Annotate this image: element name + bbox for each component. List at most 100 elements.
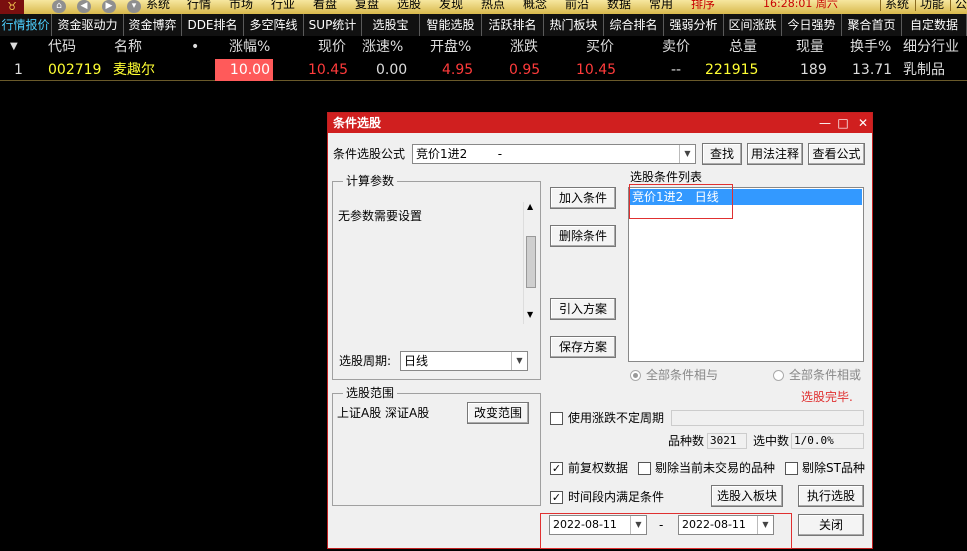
chevron-down-icon[interactable]: ▼: [511, 352, 527, 370]
col-volume[interactable]: 总量: [729, 36, 757, 58]
usage-button[interactable]: 用法注释: [747, 143, 803, 165]
period-checkbox[interactable]: [550, 412, 563, 425]
menu-discover[interactable]: 发现: [439, 0, 463, 11]
tab-pick-treasure[interactable]: 选股宝: [362, 14, 420, 36]
tab-overall-rank[interactable]: 综合排名: [604, 14, 664, 36]
col-flag[interactable]: •: [191, 36, 199, 58]
import-plan-button[interactable]: 引入方案: [550, 298, 616, 320]
stock-code: 002719: [48, 62, 102, 78]
save-plan-button[interactable]: 保存方案: [550, 336, 616, 358]
dialog-titlebar[interactable]: 条件选股 — □ ✕: [328, 113, 872, 133]
interval-checkbox-label: 时间段内满足条件: [568, 490, 665, 504]
tab-quotes[interactable]: 行情报价: [0, 14, 52, 36]
params-text: 无参数需要设置: [338, 209, 423, 223]
delete-condition-button[interactable]: 删除条件: [550, 225, 616, 247]
menu-data[interactable]: 数据: [607, 0, 631, 11]
formula-select[interactable]: 竞价1进2 - ▼: [412, 144, 696, 164]
turnover-cell: 13.71: [852, 62, 893, 78]
home-icon[interactable]: ⌂: [52, 0, 66, 13]
col-turnover[interactable]: 换手%: [850, 36, 891, 58]
menu-watch[interactable]: 看盘: [313, 0, 337, 11]
back-icon[interactable]: ◀: [77, 0, 91, 13]
execute-button[interactable]: 执行选股: [798, 485, 864, 507]
menu-system[interactable]: 系统: [146, 0, 170, 11]
right-function-button[interactable]: 功能: [915, 0, 948, 11]
tab-active-rank[interactable]: 活跃排名: [482, 14, 544, 36]
selected-field: 1/0.0%: [791, 433, 864, 449]
col-price[interactable]: 现价: [318, 36, 346, 58]
menu-review[interactable]: 复盘: [355, 0, 379, 11]
scroll-down-icon[interactable]: ▼: [527, 310, 533, 319]
change-range-button[interactable]: 改变范围: [467, 402, 529, 424]
tab-dde[interactable]: DDE排名: [182, 14, 244, 36]
view-formula-button[interactable]: 查看公式: [808, 143, 865, 165]
tab-smart-pick[interactable]: 智能选股: [420, 14, 482, 36]
tab-aggregate[interactable]: 聚合首页: [842, 14, 902, 36]
col-change[interactable]: 涨跌: [510, 36, 538, 58]
col-change-pct[interactable]: 涨幅%: [229, 36, 270, 58]
params-group: 计算参数 无参数需要设置 ▲ ▼ 选股周期: 日线 ▼: [332, 173, 541, 380]
tab-hot-sector[interactable]: 热门板块: [544, 14, 604, 36]
bull-icon[interactable]: ♉: [0, 0, 24, 14]
open-pct-cell: 4.95: [442, 62, 474, 78]
st-checkbox[interactable]: [785, 462, 798, 475]
col-bid[interactable]: 买价: [586, 36, 614, 58]
col-speed[interactable]: 涨速%: [362, 36, 403, 58]
menu-pick[interactable]: 选股: [397, 0, 421, 11]
menu-hot[interactable]: 热点: [481, 0, 505, 11]
dialog-title: 条件选股: [333, 116, 382, 130]
tab-today-strong[interactable]: 今日强势: [782, 14, 842, 36]
add-to-block-button[interactable]: 选股入板块: [711, 485, 783, 507]
right-system-button[interactable]: 系统: [880, 0, 913, 11]
col-code[interactable]: 代码: [48, 36, 76, 58]
tab-fund-game[interactable]: 资金博弈: [124, 14, 182, 36]
menu-sort[interactable]: 排序: [691, 0, 715, 11]
scroll-thumb[interactable]: [526, 236, 536, 288]
period-checkbox-label: 使用涨跌不定周期: [568, 411, 665, 425]
range-title: 选股范围: [343, 385, 398, 401]
maximize-icon[interactable]: □: [834, 113, 852, 133]
params-scrollbar[interactable]: ▲ ▼: [523, 202, 539, 324]
period-select[interactable]: 日线 ▼: [400, 351, 528, 371]
col-cur-volume[interactable]: 现量: [796, 36, 824, 58]
tab-range-change[interactable]: 区间涨跌: [724, 14, 782, 36]
interval-checkbox[interactable]: ✓: [550, 491, 563, 504]
volume-cell: 221915: [705, 62, 759, 78]
tab-custom-data[interactable]: 自定数据: [902, 14, 967, 36]
highlight-box: [629, 184, 733, 219]
menu-industry[interactable]: 行业: [271, 0, 295, 11]
add-condition-button[interactable]: 加入条件: [550, 187, 616, 209]
col-industry[interactable]: 细分行业: [903, 36, 959, 58]
exclude-checkbox[interactable]: [638, 462, 651, 475]
forward-icon[interactable]: ▶: [102, 0, 116, 13]
close-button[interactable]: 关闭: [798, 514, 864, 536]
menu-market[interactable]: 市场: [229, 0, 253, 11]
menu-down-icon[interactable]: ▾: [127, 0, 141, 13]
fq-checkbox[interactable]: ✓: [550, 462, 563, 475]
status-text: 选股完毕.: [801, 390, 853, 404]
right-formula-button[interactable]: 公: [950, 0, 967, 11]
scroll-up-icon[interactable]: ▲: [527, 202, 533, 211]
menu-concept[interactable]: 概念: [523, 0, 547, 11]
tab-fund-drive[interactable]: 资金驱动力: [52, 14, 124, 36]
chevron-down-icon[interactable]: ▼: [679, 145, 695, 163]
minimize-icon[interactable]: —: [816, 113, 834, 133]
menu-common[interactable]: 常用: [649, 0, 673, 11]
col-name[interactable]: 名称: [114, 36, 142, 58]
stock-name: 麦趣尔: [113, 62, 155, 78]
menu-frontier[interactable]: 前沿: [565, 0, 589, 11]
menu-quotes[interactable]: 行情: [187, 0, 211, 11]
expand-icon[interactable]: ▼: [10, 36, 18, 58]
col-open-pct[interactable]: 开盘%: [430, 36, 471, 58]
tab-sup[interactable]: SUP统计: [304, 14, 362, 36]
top-menu-bar: ♉ ⌂ ◀ ▶ ▾ 系统 行情 市场 行业 看盘 复盘 选股 发现 热点 概念 …: [0, 0, 967, 14]
close-icon[interactable]: ✕: [854, 113, 872, 133]
radio-and[interactable]: [630, 370, 641, 381]
tab-strength[interactable]: 强弱分析: [664, 14, 724, 36]
tab-long-short[interactable]: 多空阵线: [244, 14, 304, 36]
formula-label: 条件选股公式: [333, 147, 406, 161]
col-ask[interactable]: 卖价: [662, 36, 690, 58]
table-row[interactable]: 1 002719 麦趣尔 10.00 10.45 0.00 4.95 0.95 …: [0, 59, 967, 81]
radio-or[interactable]: [773, 370, 784, 381]
find-button[interactable]: 查找: [702, 143, 742, 165]
